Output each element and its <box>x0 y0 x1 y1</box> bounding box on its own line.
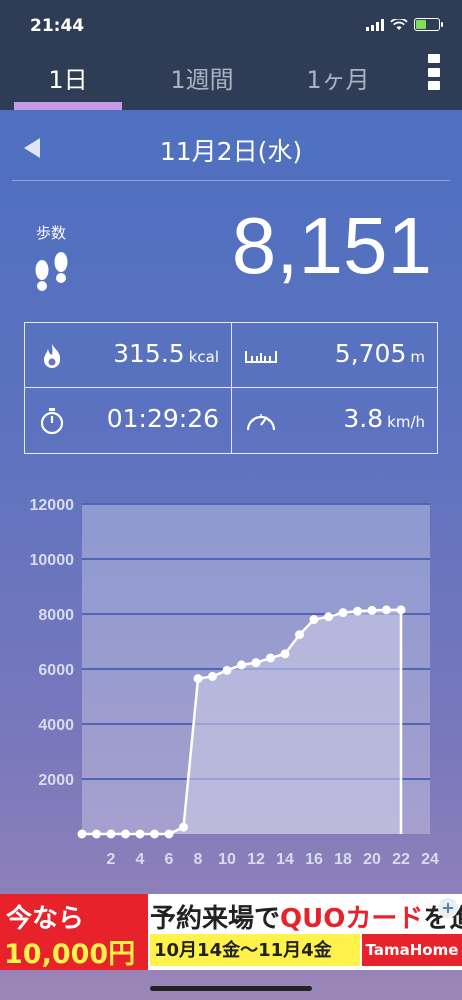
x-tick-label: 4 <box>136 851 145 868</box>
period-tab-bar: 1日 1週間 1ヶ月 <box>0 54 462 110</box>
stopwatch-icon <box>40 408 64 435</box>
x-tick-label: 18 <box>334 851 352 868</box>
home-indicator <box>150 986 312 991</box>
status-time: 21:44 <box>30 16 85 36</box>
distance-cell: 5,705 m <box>231 323 437 387</box>
data-point <box>92 829 101 839</box>
data-point <box>77 829 87 839</box>
x-tick-label: 12 <box>247 851 265 868</box>
data-point <box>150 829 159 839</box>
date-bar: 11月2日(水) <box>0 116 462 178</box>
duration-value: 01:29:26 <box>106 404 219 433</box>
menu-icon[interactable] <box>428 54 440 90</box>
y-tick-label: 2000 <box>38 772 74 789</box>
status-icons <box>366 18 443 31</box>
data-point <box>382 605 391 615</box>
ad-headline-prefix: 予約来場で <box>150 904 281 934</box>
x-tick-label: 6 <box>165 851 174 868</box>
x-tick-label: 10 <box>218 851 236 868</box>
data-point <box>266 653 275 663</box>
ad-dates: 10月14金〜11月4金 <box>154 940 332 961</box>
ad-headline-highlight: QUOカード <box>280 904 424 934</box>
y-tick-label: 12000 <box>30 497 75 514</box>
speedometer-icon <box>246 414 276 431</box>
data-point <box>222 665 232 675</box>
ad-banner[interactable]: 今なら 10,000円分 予約来場でQUOカードを進呈 10月14金〜11月4金… <box>0 894 462 970</box>
signal-icon <box>366 18 384 31</box>
battery-icon <box>414 18 443 31</box>
x-tick-label: 14 <box>276 851 294 868</box>
y-tick-label: 4000 <box>38 717 74 734</box>
steps-count: 8,151 <box>231 201 432 290</box>
tab-week[interactable]: 1週間 <box>150 60 254 95</box>
wifi-icon <box>390 18 408 30</box>
y-tick-label: 10000 <box>30 552 75 569</box>
speed-cell: 3.8 km/h <box>231 388 437 452</box>
ad-left-line1: 今なら <box>6 904 85 934</box>
tab-month[interactable]: 1ヶ月 <box>288 60 388 95</box>
data-point <box>396 605 406 615</box>
x-tick-label: 2 <box>107 851 116 868</box>
data-point <box>208 671 217 681</box>
x-tick-label: 8 <box>194 851 203 868</box>
calories-value: 315.5 <box>113 339 185 368</box>
data-point <box>324 612 333 622</box>
ad-info-icon[interactable] <box>438 898 458 918</box>
data-point <box>280 649 290 659</box>
footprints-icon <box>35 252 68 291</box>
status-bar: 21:44 <box>0 0 462 56</box>
data-point <box>338 608 348 618</box>
data-point <box>106 829 116 839</box>
ad-headline: 予約来場でQUOカードを進呈 <box>150 898 462 935</box>
duration-cell: 01:29:26 <box>25 388 231 452</box>
tab-day[interactable]: 1日 <box>36 60 100 95</box>
data-point <box>164 829 174 839</box>
data-point <box>295 630 304 640</box>
x-tick-label: 22 <box>392 851 410 868</box>
data-point <box>135 829 145 839</box>
data-point <box>179 822 188 832</box>
distance-value: 5,705 <box>334 339 407 368</box>
data-point <box>353 606 362 616</box>
ad-left-panel: 今なら 10,000円分 <box>0 894 148 970</box>
data-point <box>237 660 246 670</box>
data-point <box>251 658 261 668</box>
active-tab-indicator <box>14 102 122 110</box>
y-tick-label: 8000 <box>38 607 74 624</box>
flame-icon <box>44 344 61 368</box>
speed-value: 3.8 <box>343 404 384 433</box>
x-tick-label: 16 <box>305 851 323 868</box>
divider <box>12 180 450 181</box>
data-point <box>193 674 203 684</box>
distance-unit: m <box>410 348 425 366</box>
calories-unit: kcal <box>188 348 219 366</box>
stats-grid: 315.5 kcal 5,705 m 01:29:26 3.8 km/h <box>24 322 438 454</box>
data-point <box>367 605 377 615</box>
steps-label: 歩数 <box>36 224 67 242</box>
date-label: 11月2日(水) <box>159 137 303 166</box>
y-tick-label: 6000 <box>38 662 74 679</box>
x-tick-label: 24 <box>421 851 439 868</box>
ruler-icon <box>245 351 277 363</box>
x-tick-label: 20 <box>363 851 381 868</box>
calories-cell: 315.5 kcal <box>25 323 231 387</box>
speed-unit: km/h <box>387 413 425 431</box>
steps-chart: 200040006000800010000120002 4 6 8 10 12 14 16 18… <box>30 497 440 868</box>
data-point <box>309 615 319 624</box>
ad-brand-logo: TamaHome <box>362 934 462 966</box>
data-point <box>121 829 130 839</box>
ad-left-line2: 10,000円分 <box>4 939 136 970</box>
